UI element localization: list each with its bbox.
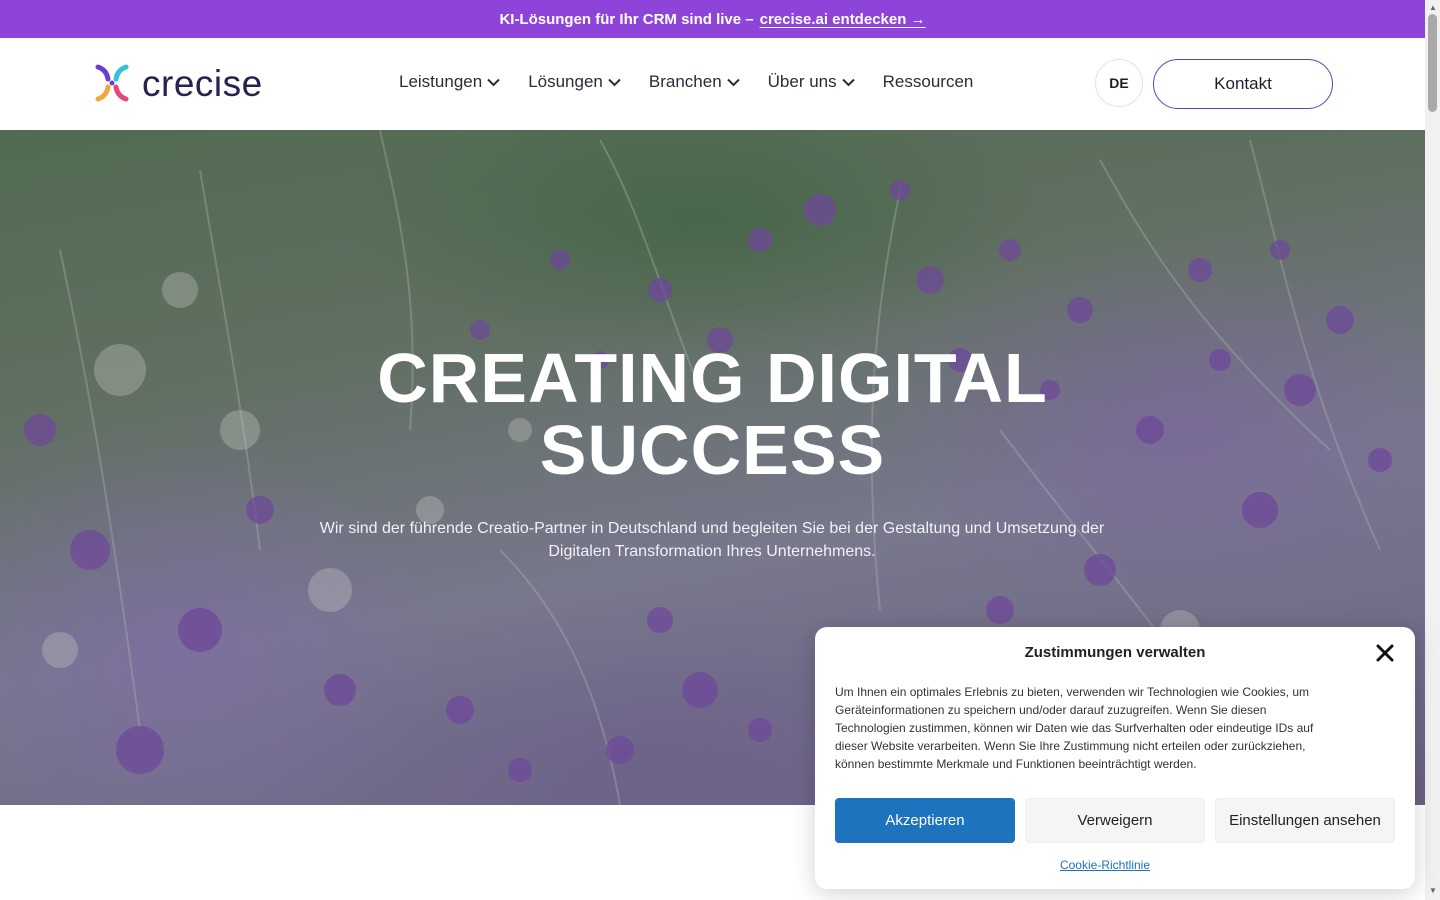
scroll-up-arrow-icon[interactable]: ▲ <box>1429 3 1437 12</box>
nav-label: Branchen <box>648 72 722 91</box>
hero-subtitle: Wir sind der führende Creatio-Partner in… <box>312 517 1112 563</box>
nav-label: Lösungen <box>528 72 603 91</box>
scroll-thumb[interactable] <box>1428 14 1437 112</box>
hero-subtitle-line-1: Wir sind der führende Creatio-Partner in… <box>319 520 1105 537</box>
nav-item-leistungen[interactable]: Leistungen <box>399 72 500 92</box>
hero-subtitle-line-2: Digitalen Transformation Ihres Unternehm… <box>548 543 876 560</box>
announcement-bar: KI-Lösungen für Ihr CRM sind live – crec… <box>0 0 1425 38</box>
scroll-down-arrow-icon[interactable]: ▼ <box>1429 886 1437 895</box>
hero-title: CREATING DIGITAL SUCCESS <box>0 342 1425 486</box>
nav-item-loesungen[interactable]: Lösungen <box>528 72 621 92</box>
chevron-down-icon <box>841 78 855 86</box>
contact-button[interactable]: Kontakt <box>1153 59 1333 109</box>
nav-item-ressourcen[interactable]: Ressourcen <box>883 72 974 92</box>
deny-button[interactable]: Verweigern <box>1025 798 1205 843</box>
nav-item-branchen[interactable]: Branchen <box>649 72 740 92</box>
hero-title-line-2: SUCCESS <box>539 411 886 489</box>
announcement-link[interactable]: crecise.ai entdecken → <box>760 11 926 28</box>
nav-label: Über uns <box>767 72 837 91</box>
cookie-dialog-title: Zustimmungen verwalten <box>1024 644 1206 661</box>
logo[interactable]: crecise <box>92 63 263 103</box>
hero-title-line-1: CREATING DIGITAL <box>377 339 1048 417</box>
nav-label: Leistungen <box>399 72 483 91</box>
accept-button[interactable]: Akzeptieren <box>835 798 1015 843</box>
logo-mark-icon <box>95 64 129 102</box>
nav-item-ueber-uns[interactable]: Über uns <box>768 72 855 92</box>
view-settings-button[interactable]: Einstellungen ansehen <box>1215 798 1395 843</box>
language-switcher[interactable]: DE <box>1095 59 1143 107</box>
nav-label: Ressourcen <box>882 72 974 91</box>
cookie-dialog-text: Um Ihnen ein optimales Erlebnis zu biete… <box>835 685 1314 771</box>
main-nav: Leistungen Lösungen Branchen Über uns Re… <box>399 72 973 92</box>
announcement-text: KI-Lösungen für Ihr CRM sind live – <box>499 10 754 28</box>
site-header: crecise Leistungen Lösungen Branchen Übe… <box>0 38 1425 130</box>
chevron-down-icon <box>608 78 621 86</box>
close-icon[interactable] <box>1374 642 1396 664</box>
cookie-policy-link[interactable]: Cookie-Richtlinie <box>815 858 1395 872</box>
chevron-down-icon <box>726 78 740 86</box>
cookie-consent-dialog: Zustimmungen verwalten Um Ihnen ein opti… <box>815 627 1415 889</box>
page-scrollbar[interactable]: ▲ ▼ <box>1425 0 1440 900</box>
logo-text: crecise <box>142 62 263 104</box>
chevron-down-icon <box>487 78 500 86</box>
